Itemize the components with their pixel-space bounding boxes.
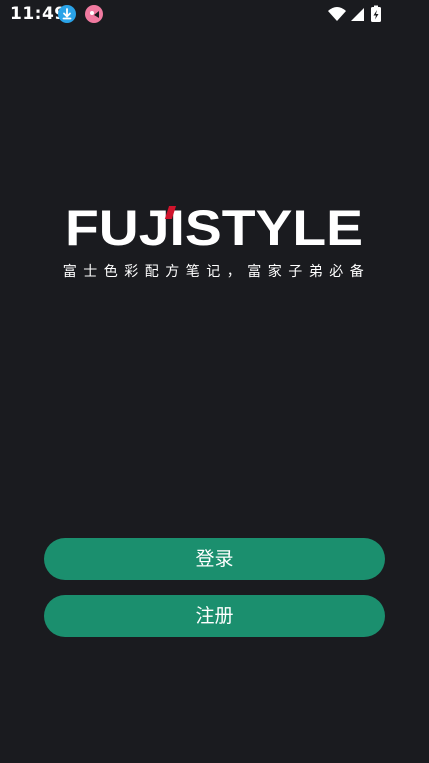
tagline: 富士色彩配方笔记，富家子弟必备 <box>62 264 371 280</box>
signal-icon <box>351 8 364 21</box>
status-bar: 11:49 <box>0 0 429 30</box>
app-notification-icon <box>85 5 103 23</box>
logo-text: FUJISTYLE <box>65 200 363 250</box>
download-icon <box>58 5 76 23</box>
wifi-icon <box>328 7 346 21</box>
login-button[interactable]: 登录 <box>44 538 385 580</box>
status-right-icons <box>327 5 399 23</box>
battery-charging-icon <box>371 5 381 22</box>
fujistyle-logo: FUJISTYLE <box>65 200 363 250</box>
register-button[interactable]: 注册 <box>44 595 385 637</box>
app-logo: FUJISTYLE <box>0 200 429 250</box>
